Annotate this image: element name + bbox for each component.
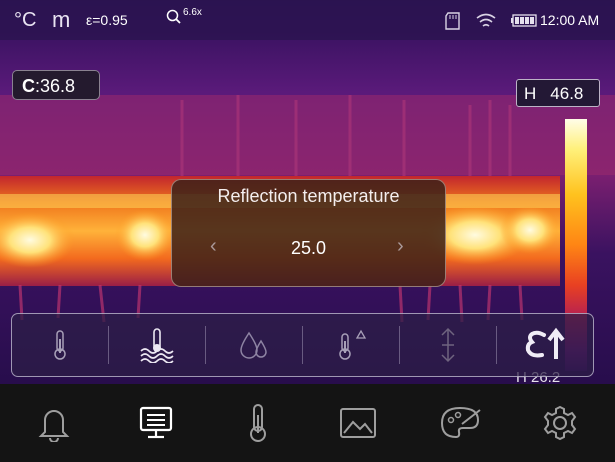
dialog-title: Reflection temperature: [217, 186, 400, 206]
settings-icon: [543, 405, 577, 441]
menu-palette[interactable]: [410, 384, 510, 462]
zoom-indicator: 6.6x: [166, 7, 202, 25]
temperature-icon: [250, 404, 266, 442]
high-label: H: [524, 84, 537, 103]
reflected-temperature-icon: [140, 328, 174, 363]
zoom-level: 6.6x: [183, 7, 202, 18]
humidity-icon: [240, 331, 267, 359]
option-distance[interactable]: [400, 314, 496, 376]
menu-alarm[interactable]: [4, 384, 104, 462]
clock: 12:00 AM: [540, 12, 600, 28]
gallery-icon: [340, 408, 376, 438]
status-bar: °C m ε=0.95 6.6x 12:00 AM: [0, 0, 615, 42]
menu-temperature[interactable]: [208, 384, 308, 462]
thermal-camera-screen: °C m ε=0.95 6.6x 12:00 AM C:36.8 H 46.8 H…: [0, 0, 615, 462]
reflection-temperature-dialog: Reflection temperature ‹ 25.0 ›: [171, 179, 446, 287]
palette-icon: [440, 406, 481, 439]
emissivity-icon: [525, 327, 565, 359]
option-humidity[interactable]: [206, 314, 302, 376]
zoom-icon: [166, 9, 181, 24]
temperature-offset-icon: [339, 329, 367, 360]
distance-icon: [441, 327, 455, 363]
high-temperature-readout: H 46.8: [516, 79, 600, 107]
menu-settings[interactable]: [510, 384, 610, 462]
bottom-menu: [0, 384, 615, 462]
option-temperature-offset[interactable]: [303, 314, 399, 376]
menu-measurement-settings[interactable]: [106, 384, 206, 462]
increase-arrow-icon[interactable]: ›: [397, 235, 404, 258]
sd-card-icon: [445, 12, 460, 30]
emissivity-indicator: ε=0.95: [86, 12, 128, 28]
alarm-bell-icon: [38, 410, 70, 442]
battery-icon: [511, 14, 537, 27]
option-thermometer[interactable]: [12, 314, 108, 376]
distance-unit: m: [52, 7, 71, 32]
center-temperature-readout: C:36.8: [12, 70, 100, 100]
wifi-icon: [476, 13, 496, 27]
high-value: 46.8: [550, 84, 584, 103]
parameter-options-bar: [11, 313, 594, 377]
option-reflected-temperature[interactable]: [109, 314, 205, 376]
measurement-settings-icon: [139, 406, 173, 439]
center-label: C: [22, 76, 35, 96]
thermometer-icon: [54, 330, 66, 360]
temperature-unit: °C: [14, 9, 37, 31]
menu-gallery[interactable]: [308, 384, 408, 462]
center-value: :36.8: [35, 76, 76, 96]
option-emissivity[interactable]: [497, 314, 593, 376]
reflection-temperature-value[interactable]: 25.0: [172, 238, 445, 259]
